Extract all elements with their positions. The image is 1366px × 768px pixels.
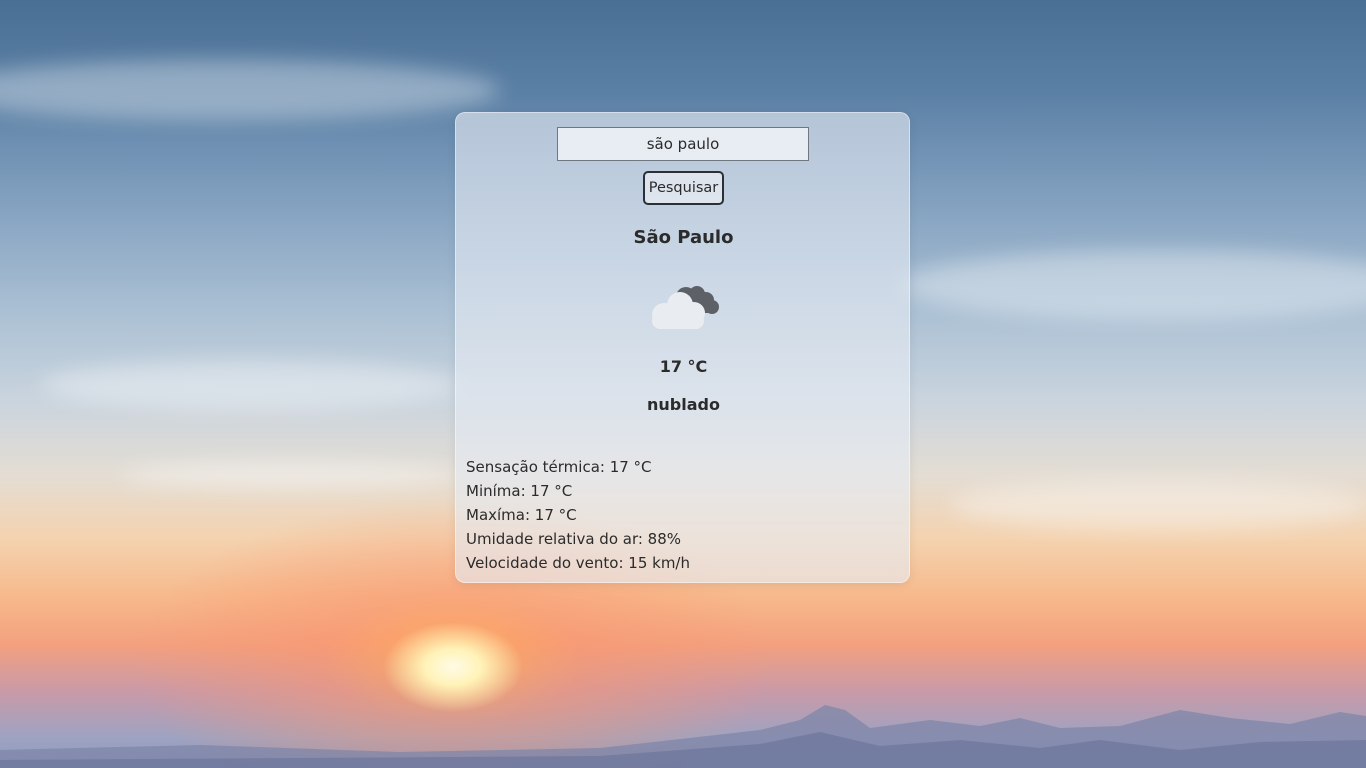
cloud-streak: [950, 480, 1366, 530]
min-temperature: Miníma: 17 °C: [466, 482, 573, 500]
city-name: São Paulo: [633, 227, 734, 248]
weather-details: Sensação térmica: 17 °C Miníma: 17 °C Ma…: [466, 455, 690, 575]
city-search-input[interactable]: [557, 127, 809, 161]
search-button[interactable]: Pesquisar: [643, 171, 724, 205]
feels-like: Sensação térmica: 17 °C: [466, 458, 652, 476]
temperature: 17 °C: [659, 357, 708, 376]
weather-card: Pesquisar São Paulo 17 °C nublado Sensaç…: [455, 112, 910, 583]
weather-description: nublado: [647, 395, 720, 414]
humidity: Umidade relativa do ar: 88%: [466, 530, 682, 548]
cloud-streak: [900, 250, 1366, 320]
cloud-streak: [120, 460, 460, 490]
cloud-streak: [40, 360, 460, 410]
wind-speed: Velocidade do vento: 15 km/h: [466, 554, 690, 572]
mountains-silhouette: [0, 705, 1366, 768]
cloudy-icon: [652, 286, 719, 329]
max-temperature: Maxíma: 17 °C: [466, 506, 577, 524]
cloud-streak: [0, 60, 500, 120]
